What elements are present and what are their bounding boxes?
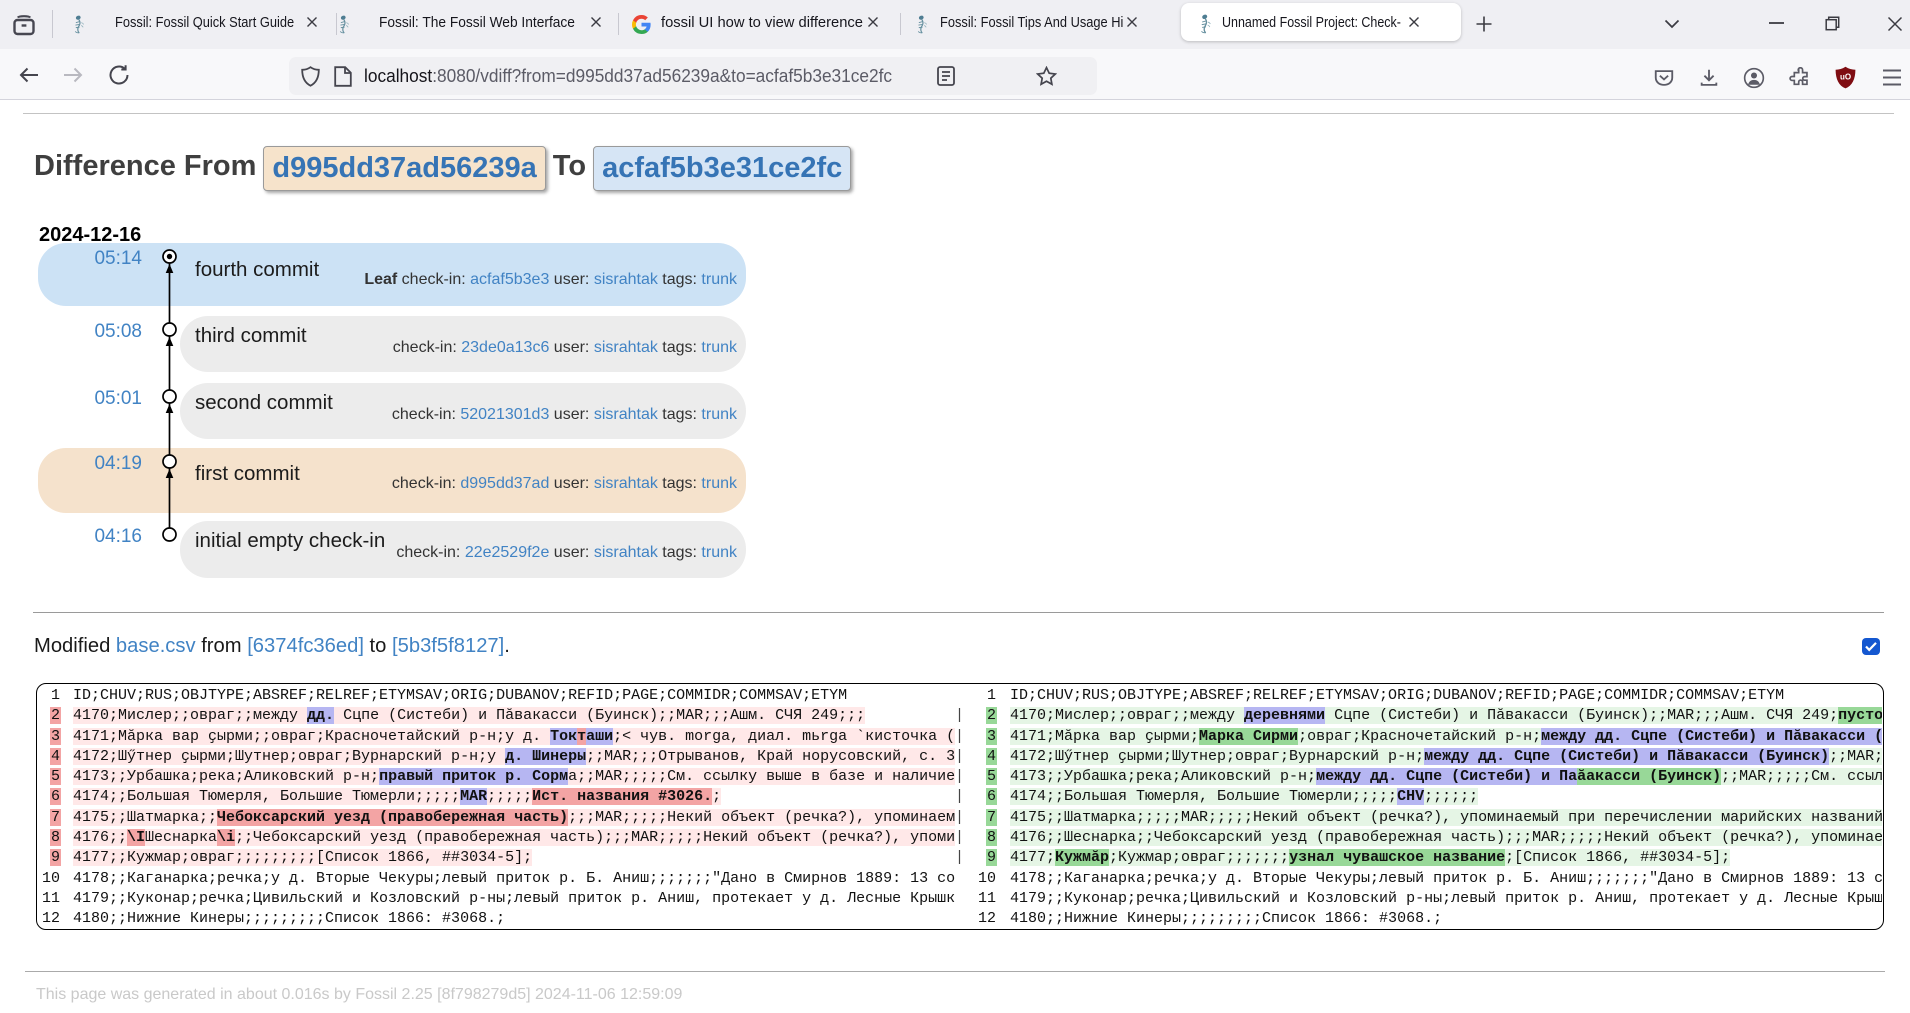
svg-text:uO: uO xyxy=(1840,73,1851,82)
